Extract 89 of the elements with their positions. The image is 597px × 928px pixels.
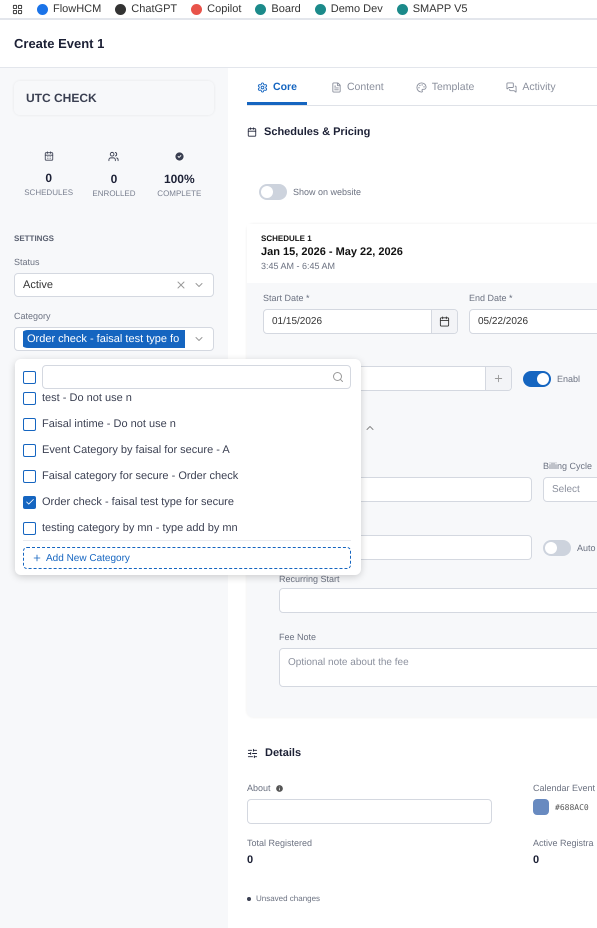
category-option[interactable]: test - Do not use n bbox=[23, 389, 351, 411]
option-label: Order check - faisal test type for secure bbox=[42, 496, 234, 508]
clear-icon[interactable] bbox=[175, 279, 187, 291]
unsaved-changes-note: Unsaved changes bbox=[256, 894, 320, 903]
stat-label: COMPLETE bbox=[157, 189, 202, 198]
checkbox[interactable] bbox=[23, 522, 36, 534]
color-code: #688AC0 bbox=[555, 802, 589, 812]
select-all-checkbox[interactable] bbox=[23, 370, 36, 384]
palette-icon bbox=[416, 82, 427, 92]
calendar-icon[interactable] bbox=[439, 316, 450, 327]
checkbox[interactable] bbox=[23, 418, 36, 430]
selected-chip: Order check - faisal test type fo bbox=[23, 330, 186, 348]
bookmark-link[interactable]: ChatGPT bbox=[131, 3, 178, 15]
option-label: Faisal intime - Do not use n bbox=[42, 418, 176, 430]
field-label: Recurring Start bbox=[279, 574, 341, 584]
toggle-switch[interactable] bbox=[259, 184, 287, 200]
field-label: Fee Note bbox=[279, 632, 318, 642]
stat-value: 100% bbox=[164, 172, 195, 186]
field-label: Category bbox=[14, 311, 52, 321]
status-dot bbox=[247, 896, 251, 900]
event-name-card: UTC CHECK bbox=[14, 81, 214, 115]
check-icon bbox=[24, 497, 34, 507]
stat-value: 0 bbox=[533, 854, 540, 866]
bookmark-link[interactable]: Board bbox=[271, 3, 301, 15]
toggle-label: Show on website bbox=[293, 187, 362, 197]
stat-value: 0 bbox=[45, 171, 52, 185]
add-category-button[interactable]: Add New Category bbox=[23, 547, 351, 569]
toggle-label: Auto bbox=[577, 542, 596, 552]
color-swatch[interactable] bbox=[533, 799, 549, 815]
field-label: Active Registra bbox=[533, 838, 595, 848]
date-field[interactable]: 05/22/2026 bbox=[469, 309, 597, 334]
field-label: About bbox=[247, 783, 271, 793]
stat-label: SCHEDULES bbox=[24, 188, 74, 197]
category-option[interactable]: Event Category by faisal for secure - A bbox=[23, 437, 351, 463]
plus-icon bbox=[32, 553, 42, 563]
checkbox[interactable] bbox=[23, 392, 36, 404]
category-option[interactable]: testing category by mn - type add by mn bbox=[23, 515, 351, 540]
bookmark-link[interactable]: SMAPP V5 bbox=[412, 3, 468, 15]
file-icon bbox=[330, 82, 342, 92]
settings-icon bbox=[257, 82, 268, 92]
stat-label: ENROLLED bbox=[92, 189, 136, 198]
bookmark-link[interactable]: Demo Dev bbox=[330, 3, 383, 15]
plus-icon[interactable] bbox=[493, 373, 504, 384]
settings-heading: SETTINGS bbox=[14, 234, 56, 243]
info-icon bbox=[274, 784, 284, 792]
toggle-label: Enabl bbox=[557, 374, 580, 384]
toggle-switch[interactable] bbox=[543, 540, 571, 556]
search-icon bbox=[332, 371, 344, 383]
toggle-switch[interactable] bbox=[523, 370, 551, 386]
section-title: Schedules & Pricing bbox=[264, 126, 370, 138]
schedule-date-range: Jan 15, 2026 - May 22, 2026 bbox=[261, 246, 404, 258]
field-label: Calendar Event bbox=[533, 783, 596, 793]
section-title: Details bbox=[265, 747, 302, 759]
status-select[interactable]: Active bbox=[14, 273, 214, 297]
page-title: Create Event 1 bbox=[14, 36, 104, 51]
category-option[interactable]: Faisal intime - Do not use n bbox=[23, 411, 351, 437]
option-label: Event Category by faisal for secure - A bbox=[42, 444, 230, 456]
search-field[interactable] bbox=[42, 365, 351, 389]
sliders-icon bbox=[247, 748, 258, 758]
bookmark-link[interactable]: Copilot bbox=[207, 3, 242, 15]
schedule-time: 3:45 AM - 6:45 AM bbox=[261, 261, 336, 271]
calendar-icon bbox=[247, 127, 257, 137]
category-select[interactable]: Order check - faisal test type fo bbox=[14, 327, 214, 351]
field-label: Billing Cycle bbox=[543, 461, 594, 471]
option-label: Faisal category for secure - Order check bbox=[42, 470, 238, 482]
check-circle-icon bbox=[174, 151, 185, 162]
bookmark-link[interactable]: FlowHCM bbox=[53, 3, 102, 15]
field-label: Total Registered bbox=[247, 838, 314, 848]
stat-value: 0 bbox=[110, 172, 118, 186]
chat-icon bbox=[506, 82, 518, 92]
input-field[interactable] bbox=[279, 588, 597, 613]
about-field[interactable] bbox=[247, 799, 492, 824]
apps-icon[interactable] bbox=[12, 4, 23, 14]
schedule-heading: SCHEDULE 1 bbox=[261, 234, 313, 243]
option-label: testing category by mn - type add by mn bbox=[42, 522, 238, 534]
checkbox[interactable] bbox=[23, 444, 36, 456]
tab[interactable]: Core bbox=[247, 72, 307, 105]
option-label: test - Do not use n bbox=[42, 392, 132, 404]
calendar-icon bbox=[44, 151, 54, 161]
category-option[interactable]: Faisal category for secure - Order check bbox=[23, 463, 351, 489]
field-label: End Date * bbox=[469, 293, 514, 303]
field-label: Start Date * bbox=[263, 293, 311, 303]
checkbox[interactable] bbox=[23, 496, 36, 508]
checkbox[interactable] bbox=[23, 470, 36, 482]
stat-value: 0 bbox=[247, 854, 254, 866]
category-option[interactable]: Order check - faisal test type for secure bbox=[23, 489, 351, 515]
date-field[interactable]: 01/15/2026 bbox=[263, 309, 458, 334]
users-icon bbox=[108, 151, 120, 162]
field-label: Status bbox=[14, 257, 41, 267]
